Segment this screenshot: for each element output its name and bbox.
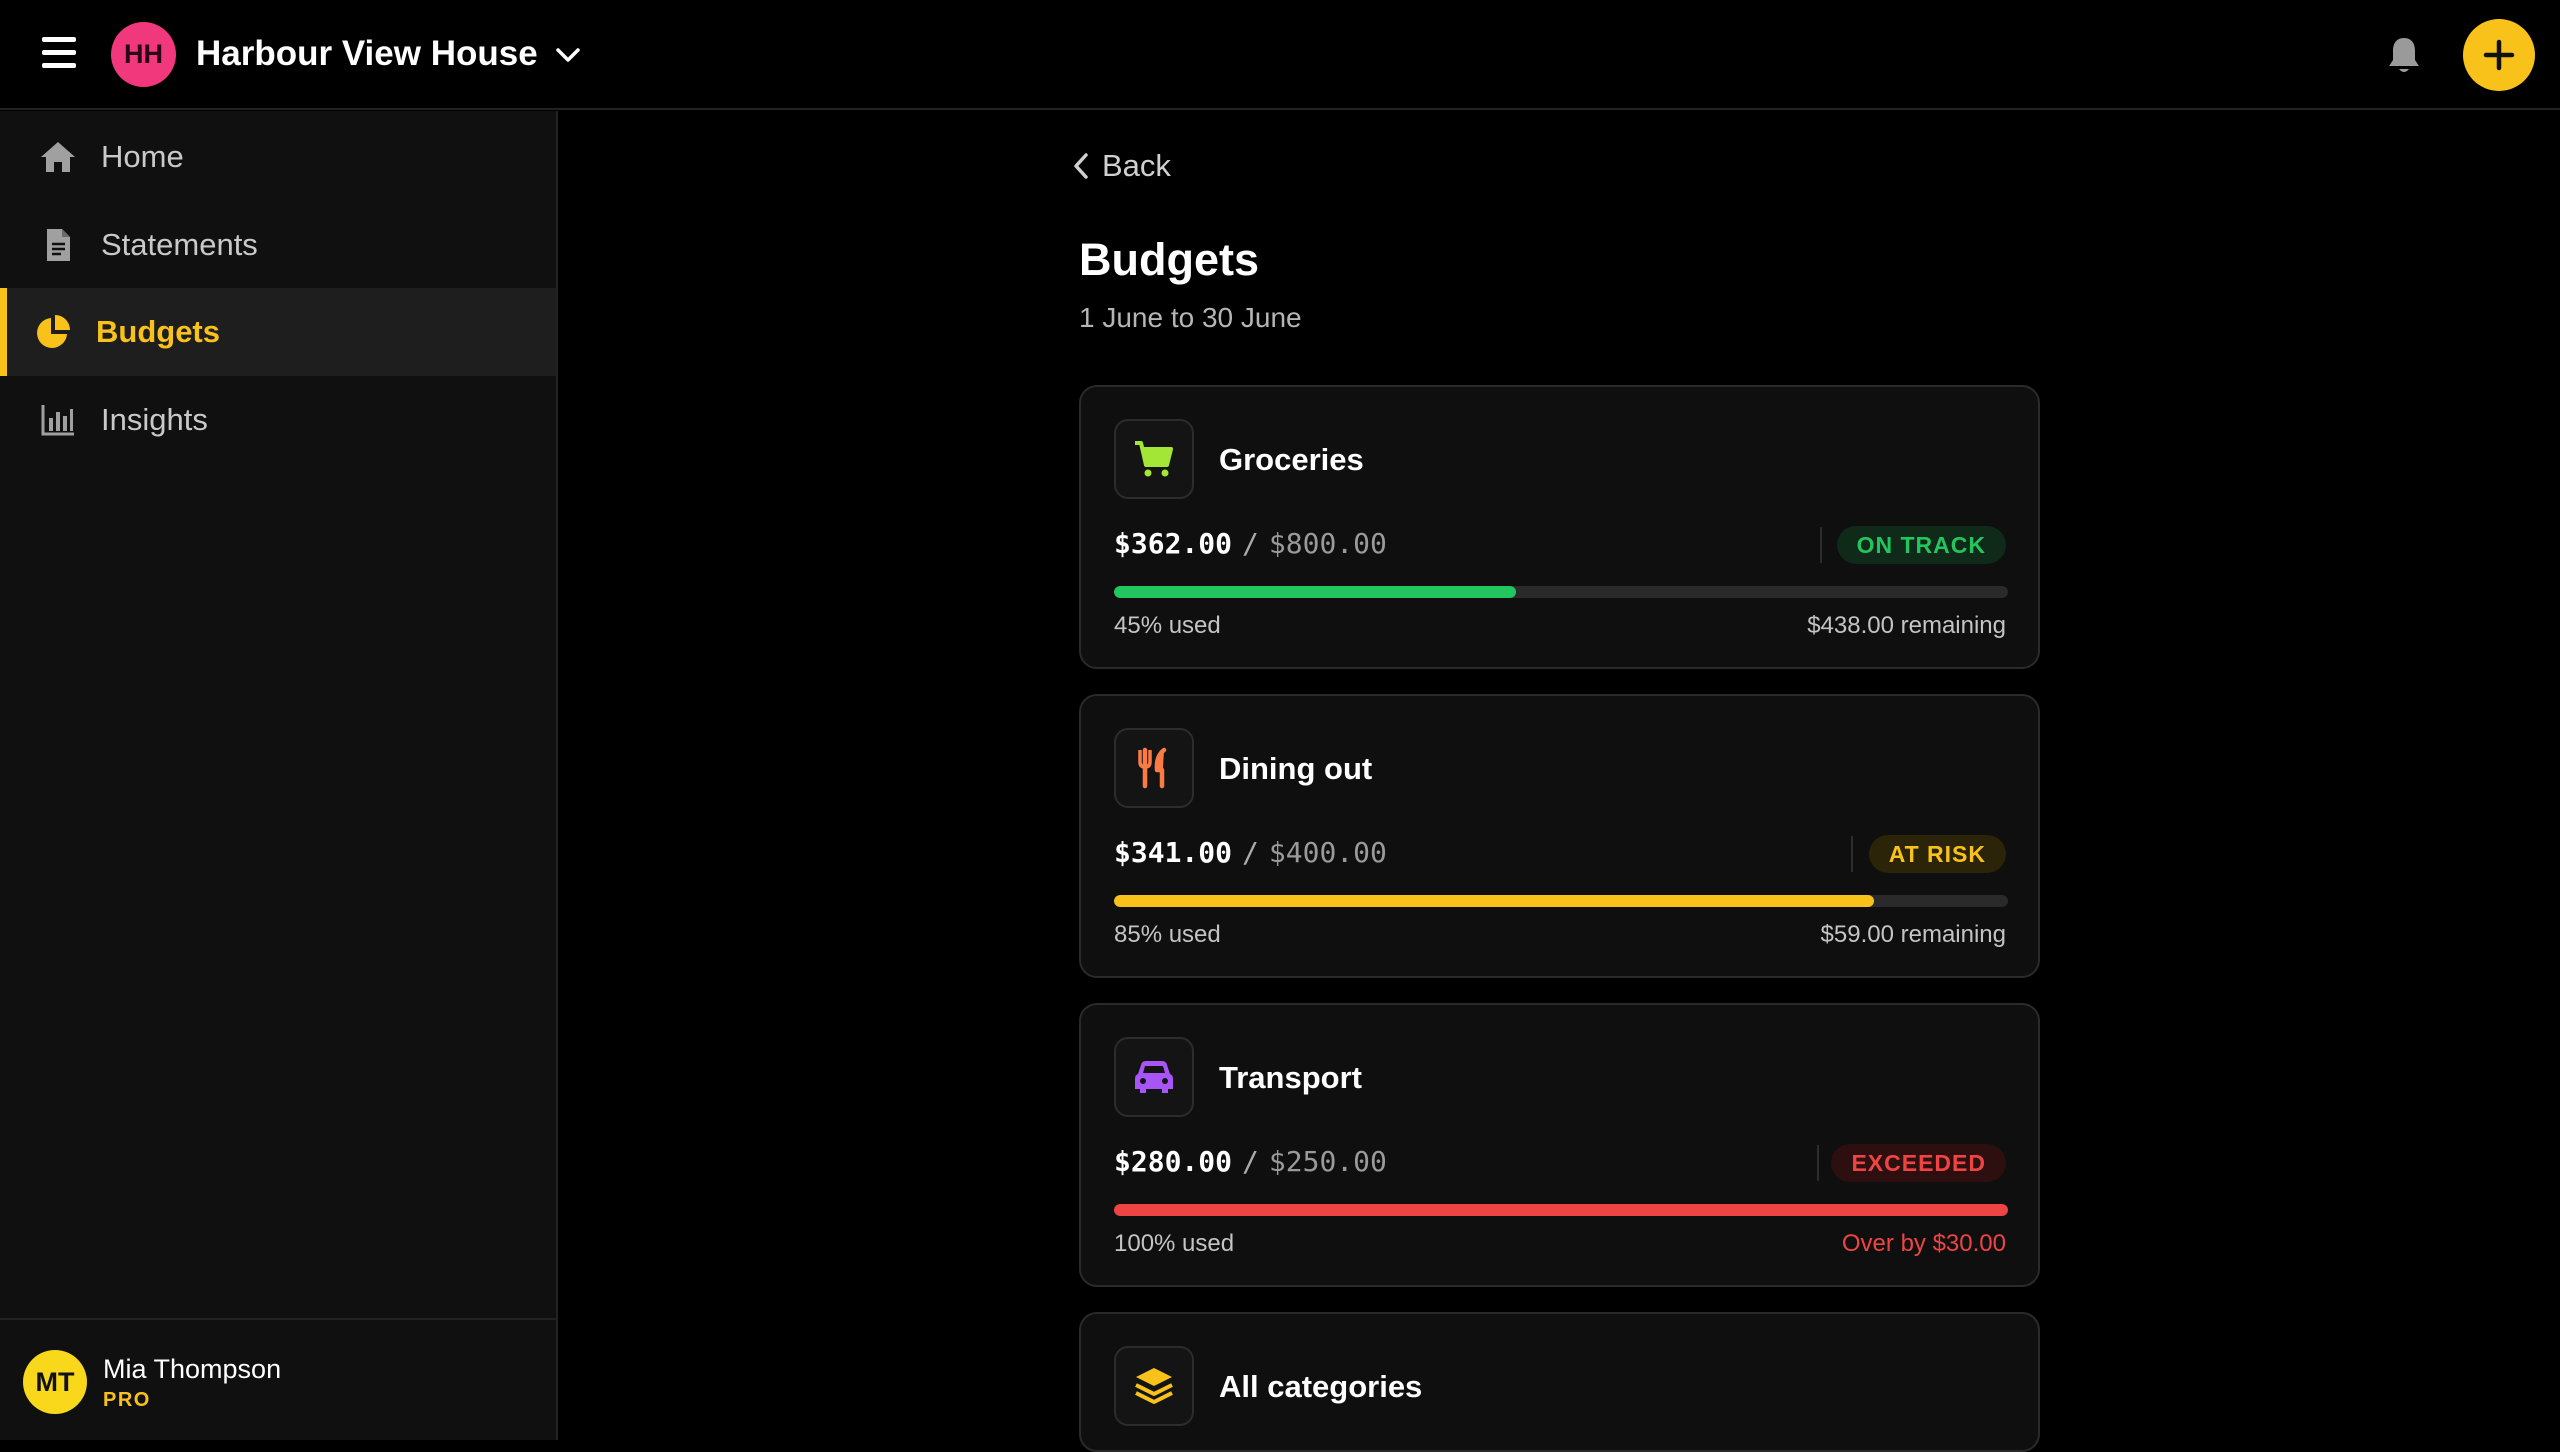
progress-fill <box>1114 1204 2008 1216</box>
document-icon <box>47 229 70 261</box>
sidebar-item-label: Budgets <box>96 314 220 349</box>
divider <box>1820 527 1822 563</box>
add-button[interactable] <box>2463 19 2535 91</box>
chevron-down-icon[interactable] <box>552 42 584 68</box>
limit-amount: $800.00 <box>1268 527 1387 560</box>
remaining-amount: $438.00 remaining <box>1807 612 2006 639</box>
user-name: Mia Thompson <box>103 1354 282 1384</box>
divider <box>1817 1145 1819 1181</box>
chevron-left-icon <box>1074 153 1088 179</box>
budget-card-transport[interactable]: Transport $280.00 / $250.00 EXCEEDED 100% … <box>1079 1003 2040 1287</box>
sidebar-item-statements[interactable]: Statements <box>0 201 556 289</box>
period-label: 1 June to 30 June <box>1079 302 1302 333</box>
sidebar-item-insights[interactable]: Insights <box>0 376 556 464</box>
house-avatar[interactable]: HH <box>111 22 176 87</box>
over-amount: Over by $30.00 <box>1841 1230 2006 1257</box>
status-badge: AT RISK <box>1868 835 2006 873</box>
house-name[interactable]: Harbour View House <box>196 34 538 74</box>
spent-amount: $362.00 <box>1114 527 1233 560</box>
car-icon <box>1135 1061 1173 1093</box>
amount-separator: / <box>1242 1145 1259 1178</box>
back-label: Back <box>1102 148 1171 183</box>
category-name: All categories <box>1219 1369 1423 1404</box>
spent-amount: $341.00 <box>1114 836 1233 869</box>
progress-track <box>1114 1204 2008 1216</box>
category-icon-box <box>1114 728 1194 808</box>
divider <box>1851 836 1853 872</box>
page-title: Budgets <box>1079 234 1259 285</box>
status-badge: EXCEEDED <box>1831 1144 2006 1182</box>
layers-icon <box>1135 1368 1173 1404</box>
plus-icon <box>2483 39 2515 71</box>
used-percent: 100% used <box>1114 1230 1235 1257</box>
fork-knife-icon <box>1138 747 1167 789</box>
used-percent: 45% used <box>1114 612 1221 639</box>
amounts: $280.00 / $250.00 <box>1114 1145 1387 1178</box>
budget-card-all-categories[interactable]: All categories <box>1079 1312 2040 1452</box>
category-name: Groceries <box>1219 442 1364 477</box>
amount-separator: / <box>1242 836 1259 869</box>
progress-fill <box>1114 586 1517 598</box>
category-name: Dining out <box>1219 751 1373 786</box>
category-icon-box <box>1114 1346 1194 1426</box>
limit-amount: $400.00 <box>1268 836 1387 869</box>
sidebar-item-label: Statements <box>101 227 258 262</box>
sidebar-item-budgets[interactable]: Budgets <box>0 288 556 376</box>
bar-chart-icon <box>41 405 74 436</box>
amounts: $362.00 / $800.00 <box>1114 527 1387 560</box>
avatar: MT <box>23 1350 87 1414</box>
category-name: Transport <box>1219 1060 1362 1095</box>
progress-track <box>1114 586 2008 598</box>
pie-chart-icon <box>37 315 70 348</box>
limit-amount: $250.00 <box>1268 1145 1387 1178</box>
remaining-amount: $59.00 remaining <box>1820 921 2006 948</box>
back-link[interactable]: Back <box>1070 148 1171 184</box>
spent-amount: $280.00 <box>1114 1145 1233 1178</box>
progress-fill <box>1114 895 1874 907</box>
used-percent: 85% used <box>1114 921 1221 948</box>
sidebar-item-label: Insights <box>101 402 208 437</box>
budget-card-dining-out[interactable]: Dining out $341.00 / $400.00 AT RISK 85% u… <box>1079 694 2040 978</box>
bell-icon[interactable] <box>2385 35 2423 75</box>
user-profile[interactable]: MT Mia Thompson PRO <box>0 1318 556 1440</box>
progress-track <box>1114 895 2008 907</box>
amounts: $341.00 / $400.00 <box>1114 836 1387 869</box>
sidebar-item-home[interactable]: Home <box>0 113 556 201</box>
amount-separator: / <box>1242 527 1259 560</box>
category-icon-box <box>1114 1037 1194 1117</box>
hamburger-icon[interactable] <box>42 37 76 73</box>
sidebar: Home Statements Budgets Insights MT Mia … <box>0 111 558 1440</box>
sidebar-item-label: Home <box>101 139 184 174</box>
status-badge: ON TRACK <box>1836 526 2006 564</box>
plan-badge: PRO <box>103 1389 151 1411</box>
home-icon <box>41 142 75 172</box>
budget-card-groceries[interactable]: Groceries $362.00 / $800.00 ON TRACK 45% u… <box>1079 385 2040 669</box>
top-bar: HH Harbour View House <box>0 0 2560 110</box>
category-icon-box <box>1114 419 1194 499</box>
shopping-cart-icon <box>1135 441 1173 477</box>
